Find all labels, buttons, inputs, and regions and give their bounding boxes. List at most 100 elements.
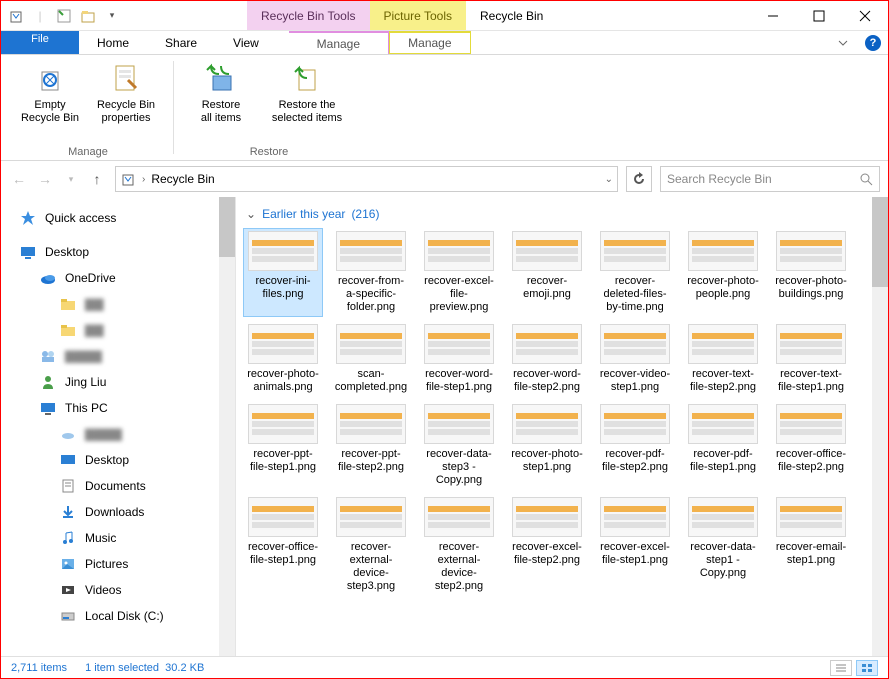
file-item[interactable]: recover-ppt-file-step1.png [244,402,322,489]
sidebar-scrollbar[interactable] [219,197,235,656]
tab-share[interactable]: Share [147,31,215,54]
content-scroll-thumb[interactable] [872,197,888,287]
qat-dropdown-icon[interactable]: ▾ [101,5,123,27]
file-item[interactable]: recover-external-device-step3.png [332,495,410,595]
file-name: recover-from-a-specific-folder.png [334,275,408,314]
recent-dropdown-icon[interactable]: ▾ [61,169,81,189]
refresh-button[interactable] [626,166,652,192]
file-thumbnail [776,324,846,364]
breadcrumb-sep-icon[interactable]: › [142,174,145,185]
new-folder-qat-icon[interactable] [77,5,99,27]
maximize-button[interactable] [796,1,842,30]
folder-icon [59,321,77,339]
sidebar-onedrive[interactable]: OneDrive [13,265,235,291]
properties-qat-icon[interactable] [53,5,75,27]
sidebar-music[interactable]: Music [13,525,235,551]
tab-manage-picture[interactable]: Manage [389,31,471,54]
file-item[interactable]: recover-text-file-step1.png [772,322,850,396]
forward-button[interactable]: → [35,169,55,189]
sidebar-scroll-thumb[interactable] [219,197,235,257]
address-bar[interactable]: › Recycle Bin ⌄ [115,166,618,192]
sidebar-pictures[interactable]: Pictures [13,551,235,577]
sidebar-this-pc[interactable]: This PC [13,395,235,421]
file-item[interactable]: recover-data-step3 - Copy.png [420,402,498,489]
ribbon-collapse-icon[interactable] [828,31,858,54]
empty-recycle-bin-button[interactable]: Empty Recycle Bin [15,59,85,144]
sidebar-documents[interactable]: Documents [13,473,235,499]
tab-file[interactable]: File [1,31,79,54]
sidebar-label: ▇▇▇▇ [65,349,102,363]
file-item[interactable]: recover-data-step1 - Copy.png [684,495,762,595]
sidebar-quick-access[interactable]: Quick access [13,205,235,231]
quick-access-toolbar: | ▾ [1,1,127,30]
file-item[interactable]: recover-emoji.png [508,229,586,316]
file-item[interactable]: recover-ppt-file-step2.png [332,402,410,489]
file-item[interactable]: recover-text-file-step2.png [684,322,762,396]
tab-view[interactable]: View [215,31,277,54]
sidebar-downloads[interactable]: Downloads [13,499,235,525]
file-item[interactable]: recover-word-file-step2.png [508,322,586,396]
group-header[interactable]: ⌄ Earlier this year (216) [246,207,882,221]
user-icon [39,373,57,391]
sidebar-pc-desktop[interactable]: Desktop [13,447,235,473]
search-input[interactable]: Search Recycle Bin [660,166,880,192]
file-item[interactable]: recover-office-file-step1.png [244,495,322,595]
file-item[interactable]: recover-excel-file-step2.png [508,495,586,595]
sidebar-onedrive-folder-1[interactable]: ▇▇ [13,291,235,317]
help-button[interactable]: ? [858,31,888,54]
recycle-bin-properties-button[interactable]: Recycle Bin properties [91,59,161,144]
file-item[interactable]: recover-word-file-step1.png [420,322,498,396]
status-bar: 2,711 items 1 item selected 30.2 KB [1,656,888,678]
sidebar-homegroup[interactable]: ▇▇▇▇ [13,343,235,369]
status-selected: 1 item selected [85,662,159,674]
file-item[interactable]: recover-pdf-file-step2.png [596,402,674,489]
file-item[interactable]: recover-external-device-step2.png [420,495,498,595]
ribbon-group-restore: Restore all items Restore the selected i… [178,55,360,160]
sidebar-local-disk[interactable]: Local Disk (C:) [13,603,235,629]
file-item[interactable]: recover-from-a-specific-folder.png [332,229,410,316]
disk-icon [59,607,77,625]
file-item[interactable]: recover-email-step1.png [772,495,850,595]
sidebar-user-jing[interactable]: Jing Liu [13,369,235,395]
file-item[interactable]: recover-ini-files.png [244,229,322,316]
file-name: recover-deleted-files-by-time.png [598,275,672,314]
file-item[interactable]: recover-photo-people.png [684,229,762,316]
back-button[interactable]: ← [9,169,29,189]
file-item[interactable]: scan-completed.png [332,322,410,396]
restore-selected-button[interactable]: Restore the selected items [262,59,352,144]
address-dropdown-icon[interactable]: ⌄ [605,174,613,185]
file-item[interactable]: recover-photo-step1.png [508,402,586,489]
file-item[interactable]: recover-deleted-files-by-time.png [596,229,674,316]
restore-all-button[interactable]: Restore all items [186,59,256,144]
content-scrollbar[interactable] [872,197,888,656]
minimize-button[interactable] [750,1,796,30]
file-name: recover-office-file-step1.png [246,541,320,567]
breadcrumb-path[interactable]: Recycle Bin [151,172,214,186]
up-button[interactable]: ↑ [87,169,107,189]
file-item[interactable]: recover-video-step1.png [596,322,674,396]
breadcrumb-root[interactable] [120,171,136,187]
file-item[interactable]: recover-excel-file-step1.png [596,495,674,595]
sidebar-onedrive-folder-2[interactable]: ▇▇ [13,317,235,343]
sidebar-desktop[interactable]: Desktop [13,239,235,265]
file-item[interactable]: recover-office-file-step2.png [772,402,850,489]
file-name: recover-email-step1.png [774,541,848,567]
ribbon: Empty Recycle Bin Recycle Bin properties… [1,55,888,161]
file-name: recover-photo-step1.png [510,448,584,474]
sidebar-videos[interactable]: Videos [13,577,235,603]
tab-manage-recycle[interactable]: Manage [289,31,389,54]
sidebar-pc-blurred[interactable]: ▇▇▇▇ [13,421,235,447]
sidebar-label: Documents [85,479,146,493]
file-thumbnail [688,404,758,444]
close-button[interactable] [842,1,888,30]
file-thumbnail [600,497,670,537]
view-icons-button[interactable] [856,660,878,676]
file-item[interactable]: recover-excel-file-preview.png [420,229,498,316]
file-item[interactable]: recover-photo-buildings.png [772,229,850,316]
file-item[interactable]: recover-pdf-file-step1.png [684,402,762,489]
file-name: recover-external-device-step2.png [422,541,496,593]
tab-home[interactable]: Home [79,31,147,54]
file-item[interactable]: recover-photo-animals.png [244,322,322,396]
view-details-button[interactable] [830,660,852,676]
restore-selected-label-1: Restore the [279,99,336,112]
